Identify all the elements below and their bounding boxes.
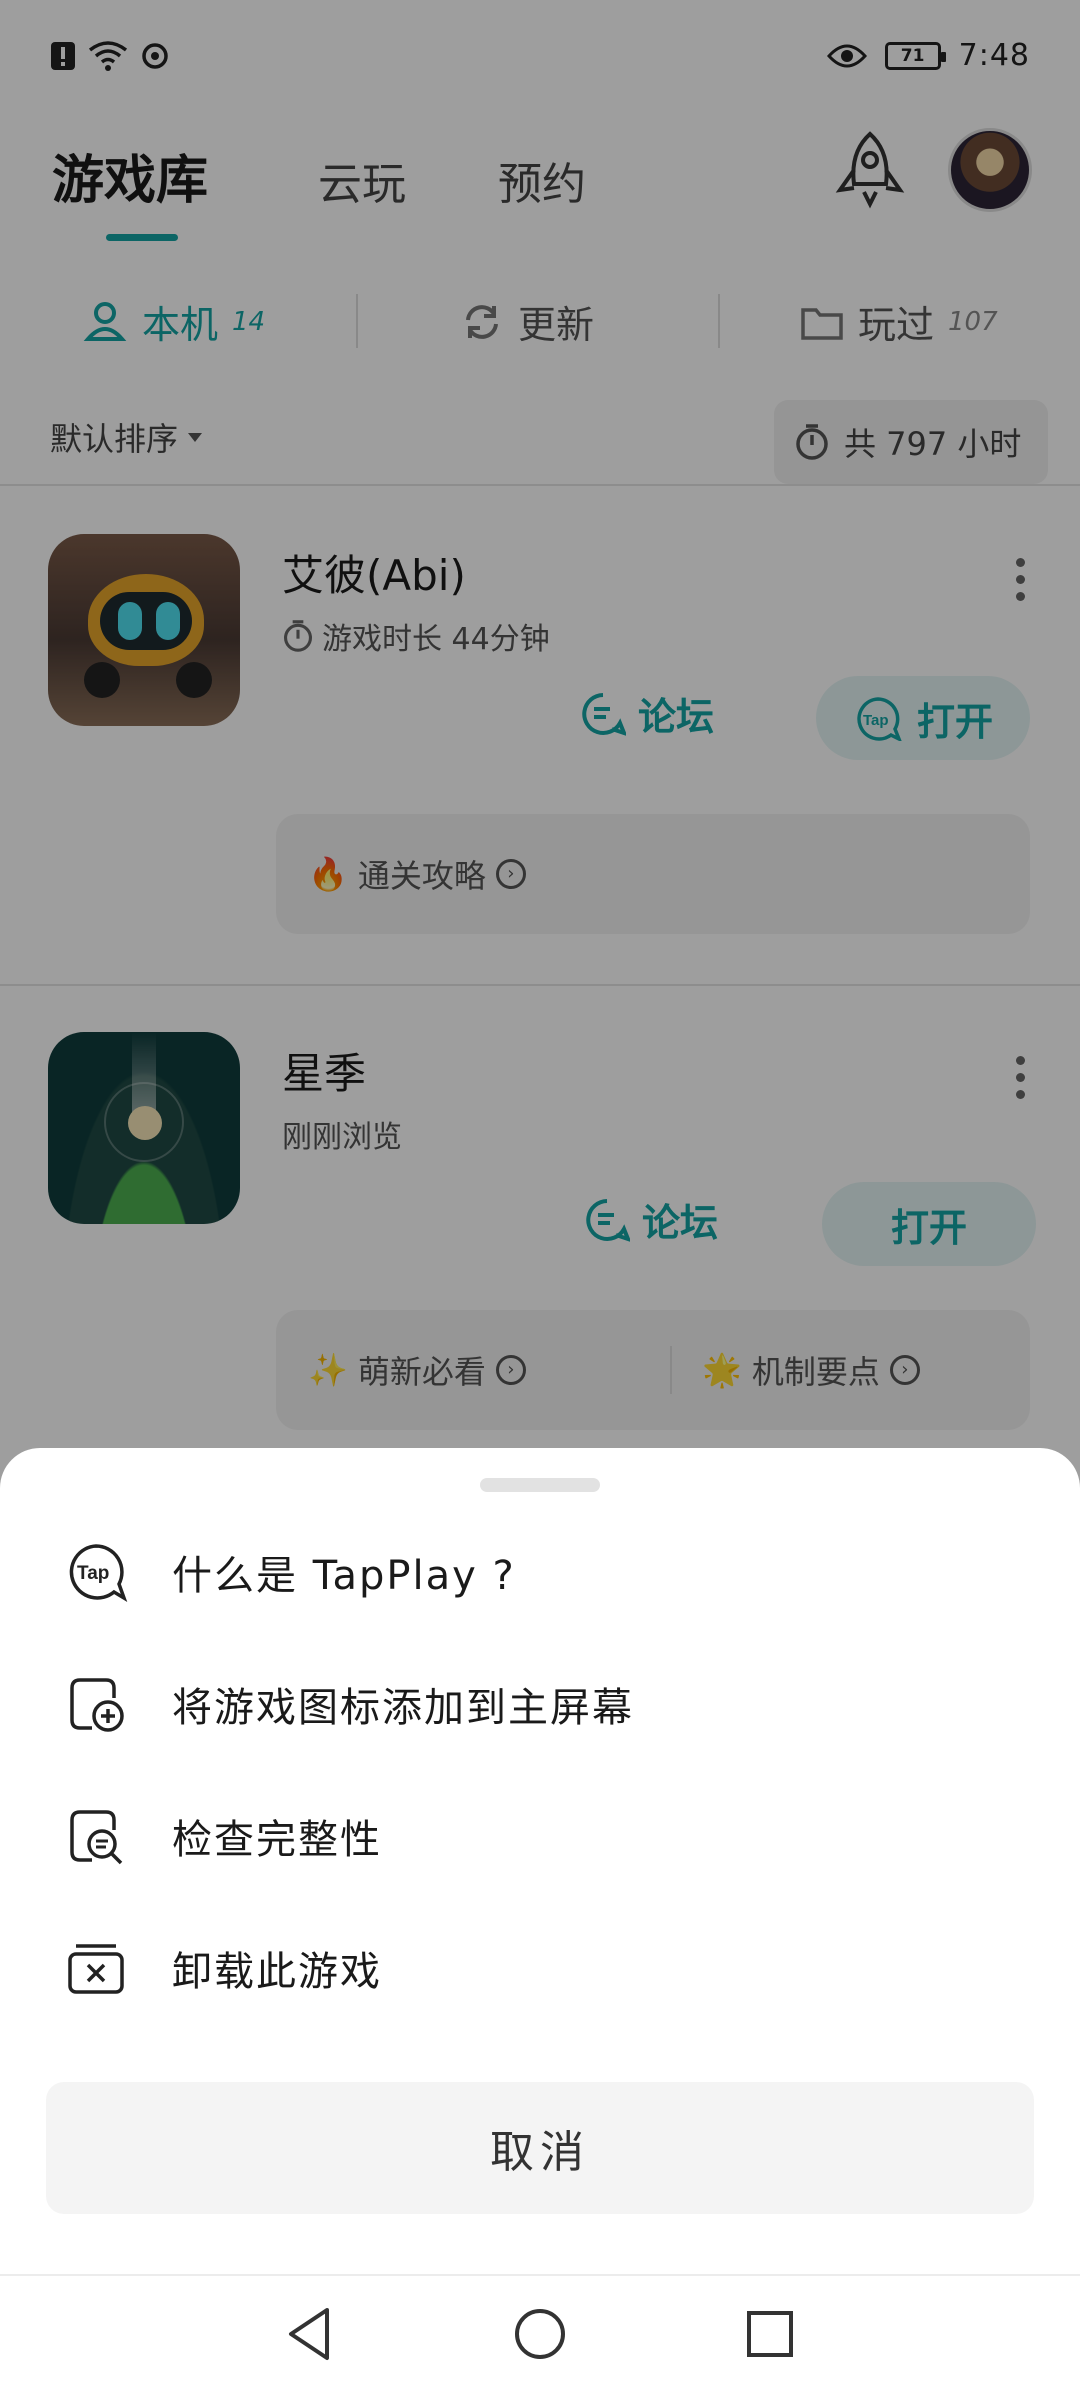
cancel-button[interactable]: 取消 — [46, 2082, 1034, 2214]
sheet-drag-handle[interactable] — [480, 1478, 600, 1492]
menu-item-label: 将游戏图标添加到主屏幕 — [172, 1685, 634, 1731]
menu-item-add-to-home[interactable]: 将游戏图标添加到主屏幕 — [0, 1638, 1080, 1770]
check-integrity-icon — [64, 1804, 128, 1868]
recents-square-icon — [747, 2311, 793, 2357]
back-nav-button[interactable] — [280, 2304, 340, 2364]
menu-item-label: 检查完整性 — [172, 1817, 382, 1863]
tap-logo-text: Tap — [77, 1563, 109, 1584]
back-triangle-icon — [289, 2308, 329, 2360]
menu-item-label: 什么是 TapPlay ? — [172, 1553, 516, 1599]
uninstall-icon — [64, 1936, 128, 2000]
home-circle-icon — [515, 2309, 565, 2359]
menu-item-what-is-tapplay[interactable]: Tap 什么是 TapPlay ? — [0, 1506, 1080, 1638]
menu-item-check-integrity[interactable]: 检查完整性 — [0, 1770, 1080, 1902]
tap-logo-icon: Tap — [64, 1540, 128, 1604]
add-to-home-icon — [64, 1672, 128, 1736]
menu-item-uninstall[interactable]: 卸载此游戏 — [0, 1902, 1080, 2034]
action-bottom-sheet: Tap 什么是 TapPlay ? 将游戏图标添加到主屏幕 检查完整性 卸载此游… — [0, 1448, 1080, 2274]
menu-item-label: 卸载此游戏 — [172, 1949, 382, 1995]
system-nav-bar — [0, 2274, 1080, 2388]
home-nav-button[interactable] — [510, 2304, 570, 2364]
recents-nav-button[interactable] — [740, 2304, 800, 2364]
